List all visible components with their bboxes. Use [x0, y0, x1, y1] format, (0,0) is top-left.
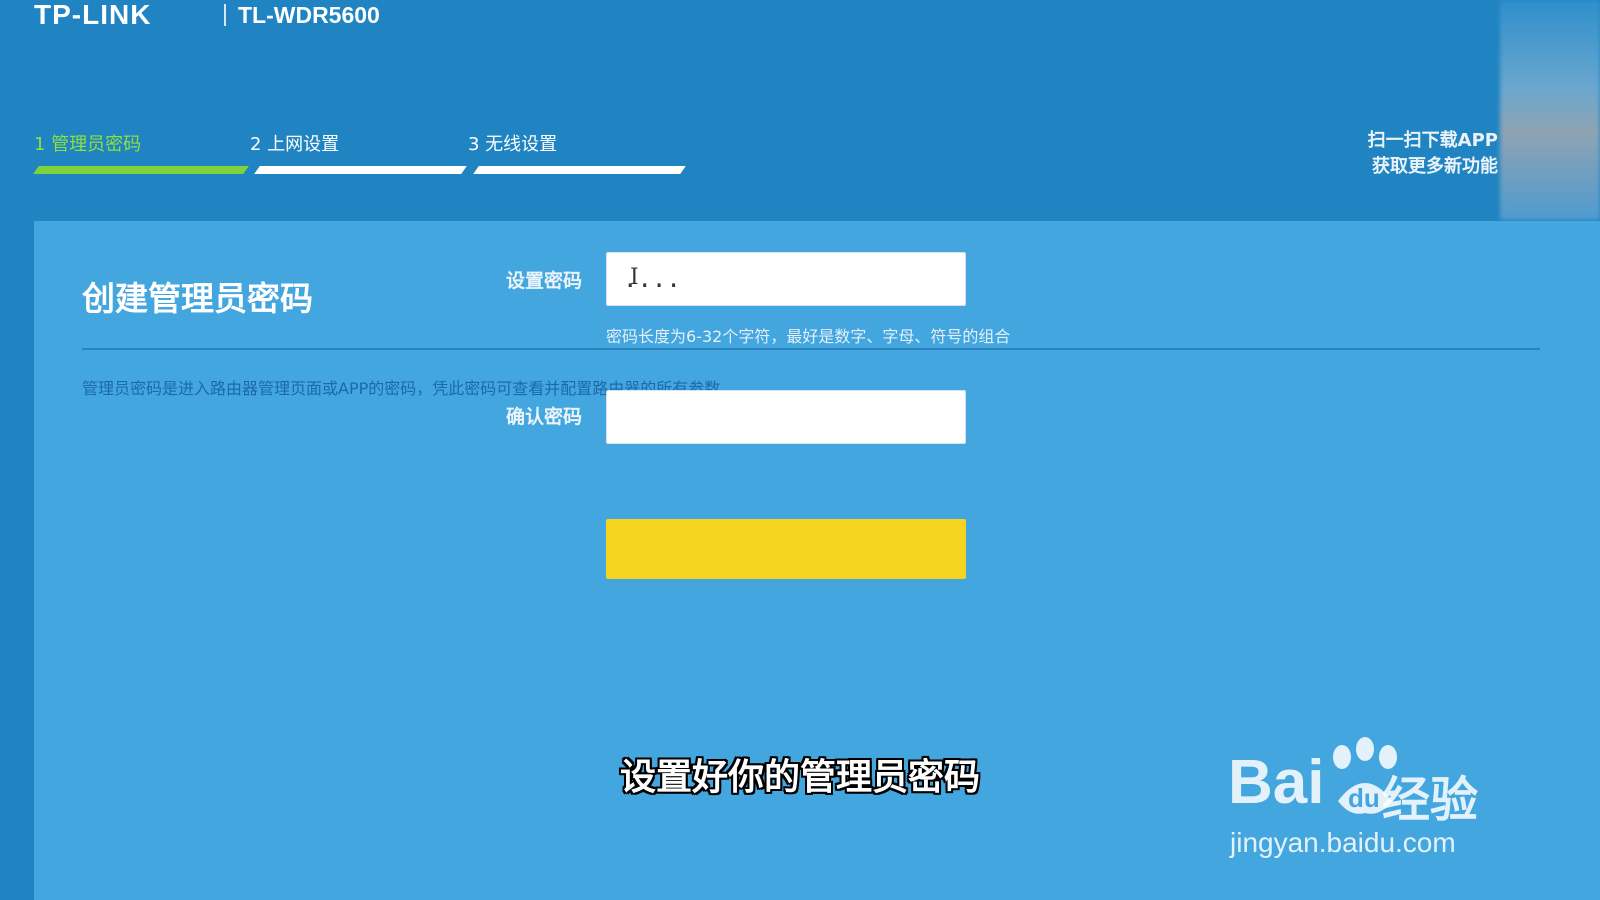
password-label: 设置密码: [505, 270, 582, 292]
confirm-password-input[interactable]: [606, 390, 966, 444]
brand-separator: [224, 4, 226, 26]
baidu-logo-bai: Bai: [1228, 748, 1325, 817]
confirm-password-label: 确认密码: [505, 406, 582, 428]
tp-link-logo: TP-LINK: [34, 0, 152, 30]
baidu-jingyan-text: 经验: [1382, 772, 1479, 828]
model-name: TL-WDR5600: [238, 2, 380, 28]
qr-code-thumbnail: [1500, 0, 1600, 220]
step-progress-bar-3: [473, 166, 686, 174]
step-admin-password: 1 管理员密码: [34, 134, 142, 155]
step-wireless-settings: 3 无线设置: [468, 134, 558, 155]
baidu-url: jingyan.baidu.com: [1230, 827, 1456, 858]
step-internet-settings: 2 上网设置: [250, 134, 340, 155]
step-progress-bar-2: [254, 166, 467, 174]
app-promo-line2: 获取更多新功能: [1372, 156, 1498, 177]
step-progress-bar-1: [33, 166, 249, 174]
text-cursor-icon: I: [630, 265, 639, 290]
app-download-promo[interactable]: 扫一扫下载APP 获取更多新功能: [1368, 128, 1498, 180]
app-promo-line1: 扫一扫下载APP: [1367, 130, 1498, 151]
baidu-logo-du: du: [1348, 783, 1380, 813]
router-header: TP-LINK TL-WDR5600 1 管理员密码 2 上网设置 3 无线设置…: [0, 0, 1600, 220]
password-input[interactable]: [606, 252, 966, 306]
next-button[interactable]: [606, 519, 966, 579]
page-title: 创建管理员密码: [82, 279, 313, 318]
password-hint: 密码长度为6-32个字符，最好是数字、字母、符号的组合: [606, 327, 1011, 346]
